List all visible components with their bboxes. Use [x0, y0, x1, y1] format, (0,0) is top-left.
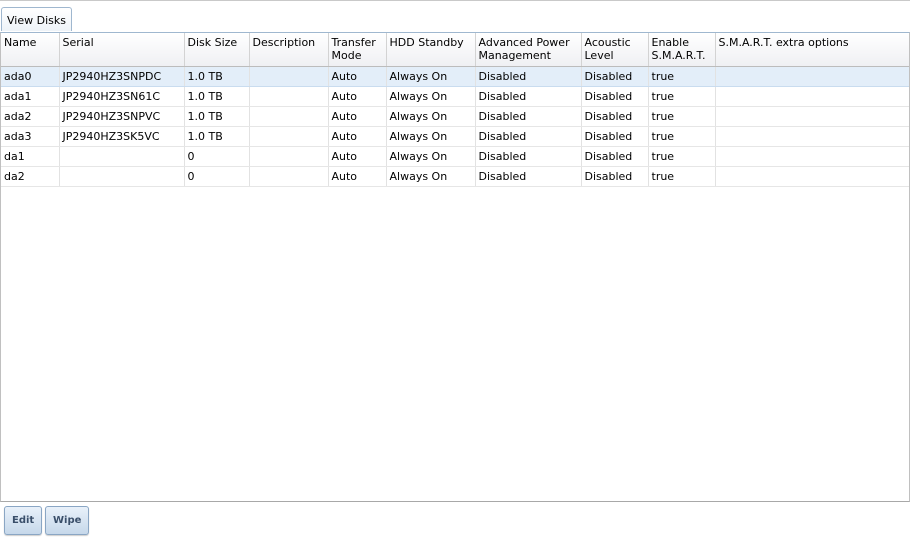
- table-row[interactable]: ada2 JP2940HZ3SNPVC 1.0 TB Auto Always O…: [1, 106, 909, 127]
- cell-serial: JP2940HZ3SK5VC: [59, 126, 185, 147]
- table-header-row: Name Serial Disk Size Description Transf…: [1, 33, 909, 67]
- column-header-transfer-mode[interactable]: Transfer Mode: [328, 33, 387, 67]
- table-row[interactable]: da2 0 Auto Always On Disabled Disabled t…: [1, 166, 909, 187]
- cell-disk-size: 0: [184, 146, 250, 167]
- cell-serial: JP2940HZ3SNPVC: [59, 106, 185, 127]
- column-header-advanced-power-management[interactable]: Advanced Power Management: [475, 33, 582, 67]
- column-header-smart-extra-options[interactable]: S.M.A.R.T. extra options: [715, 33, 909, 67]
- cell-advanced-power-management: Disabled: [475, 66, 582, 87]
- cell-acoustic-level: Disabled: [581, 126, 649, 147]
- column-header-name[interactable]: Name: [1, 33, 60, 67]
- button-bar: Edit Wipe: [0, 502, 910, 537]
- table-row[interactable]: da1 0 Auto Always On Disabled Disabled t…: [1, 146, 909, 167]
- column-header-enable-smart[interactable]: Enable S.M.A.R.T.: [648, 33, 716, 67]
- column-header-serial[interactable]: Serial: [59, 33, 185, 67]
- wipe-button[interactable]: Wipe: [45, 506, 90, 535]
- cell-serial: [59, 146, 185, 167]
- cell-name: ada0: [1, 66, 60, 87]
- cell-name: ada1: [1, 86, 60, 107]
- cell-hdd-standby: Always On: [386, 146, 476, 167]
- cell-description: [249, 86, 329, 107]
- tab-bar: View Disks: [0, 1, 910, 33]
- cell-enable-smart: true: [648, 126, 716, 147]
- cell-acoustic-level: Disabled: [581, 166, 649, 187]
- cell-smart-extra-options: [715, 86, 909, 107]
- cell-description: [249, 126, 329, 147]
- cell-acoustic-level: Disabled: [581, 106, 649, 127]
- cell-hdd-standby: Always On: [386, 126, 476, 147]
- cell-disk-size: 1.0 TB: [184, 86, 250, 107]
- cell-smart-extra-options: [715, 106, 909, 127]
- table-row[interactable]: ada0 JP2940HZ3SNPDC 1.0 TB Auto Always O…: [1, 66, 909, 87]
- cell-transfer-mode: Auto: [328, 126, 387, 147]
- cell-acoustic-level: Disabled: [581, 86, 649, 107]
- tab-view-disks[interactable]: View Disks: [1, 7, 72, 31]
- cell-description: [249, 146, 329, 167]
- cell-description: [249, 66, 329, 87]
- cell-name: da1: [1, 146, 60, 167]
- disks-grid-panel: Name Serial Disk Size Description Transf…: [0, 32, 910, 502]
- cell-hdd-standby: Always On: [386, 86, 476, 107]
- cell-name: ada2: [1, 106, 60, 127]
- cell-smart-extra-options: [715, 66, 909, 87]
- cell-smart-extra-options: [715, 146, 909, 167]
- cell-advanced-power-management: Disabled: [475, 106, 582, 127]
- cell-disk-size: 0: [184, 166, 250, 187]
- disks-table: Name Serial Disk Size Description Transf…: [1, 33, 909, 187]
- cell-serial: JP2940HZ3SNPDC: [59, 66, 185, 87]
- cell-transfer-mode: Auto: [328, 146, 387, 167]
- cell-advanced-power-management: Disabled: [475, 146, 582, 167]
- cell-enable-smart: true: [648, 166, 716, 187]
- table-body: ada0 JP2940HZ3SNPDC 1.0 TB Auto Always O…: [1, 66, 909, 187]
- cell-enable-smart: true: [648, 86, 716, 107]
- cell-advanced-power-management: Disabled: [475, 86, 582, 107]
- cell-hdd-standby: Always On: [386, 66, 476, 87]
- cell-advanced-power-management: Disabled: [475, 126, 582, 147]
- cell-disk-size: 1.0 TB: [184, 106, 250, 127]
- cell-acoustic-level: Disabled: [581, 146, 649, 167]
- cell-enable-smart: true: [648, 66, 716, 87]
- column-header-hdd-standby[interactable]: HDD Standby: [386, 33, 476, 67]
- column-header-acoustic-level[interactable]: Acoustic Level: [581, 33, 649, 67]
- column-header-description[interactable]: Description: [249, 33, 329, 67]
- table-row[interactable]: ada1 JP2940HZ3SN61C 1.0 TB Auto Always O…: [1, 86, 909, 107]
- cell-enable-smart: true: [648, 146, 716, 167]
- cell-serial: JP2940HZ3SN61C: [59, 86, 185, 107]
- cell-smart-extra-options: [715, 166, 909, 187]
- cell-description: [249, 106, 329, 127]
- cell-advanced-power-management: Disabled: [475, 166, 582, 187]
- cell-transfer-mode: Auto: [328, 166, 387, 187]
- cell-disk-size: 1.0 TB: [184, 126, 250, 147]
- cell-smart-extra-options: [715, 126, 909, 147]
- cell-hdd-standby: Always On: [386, 106, 476, 127]
- table-row[interactable]: ada3 JP2940HZ3SK5VC 1.0 TB Auto Always O…: [1, 126, 909, 147]
- cell-disk-size: 1.0 TB: [184, 66, 250, 87]
- cell-transfer-mode: Auto: [328, 86, 387, 107]
- cell-name: da2: [1, 166, 60, 187]
- cell-hdd-standby: Always On: [386, 166, 476, 187]
- column-header-disk-size[interactable]: Disk Size: [184, 33, 250, 67]
- cell-enable-smart: true: [648, 106, 716, 127]
- cell-description: [249, 166, 329, 187]
- cell-transfer-mode: Auto: [328, 106, 387, 127]
- cell-name: ada3: [1, 126, 60, 147]
- cell-serial: [59, 166, 185, 187]
- cell-acoustic-level: Disabled: [581, 66, 649, 87]
- cell-transfer-mode: Auto: [328, 66, 387, 87]
- edit-button[interactable]: Edit: [4, 506, 43, 535]
